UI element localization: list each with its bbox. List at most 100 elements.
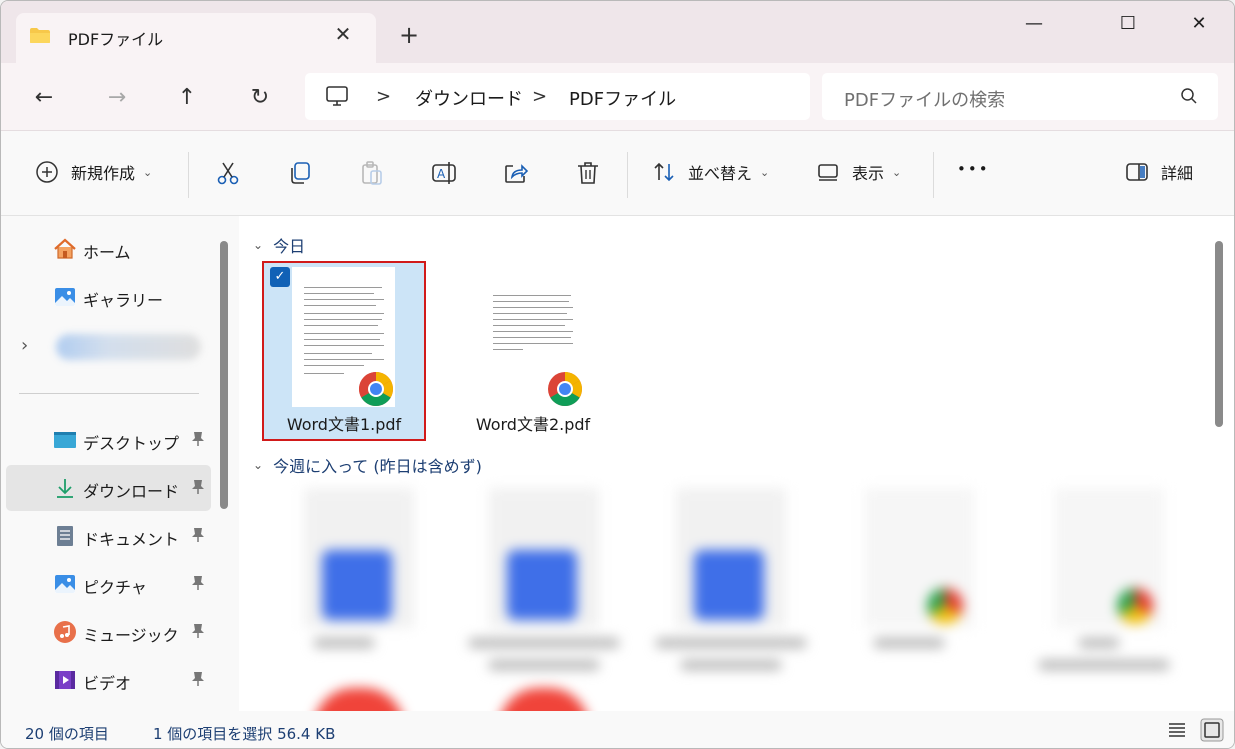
chevron-right-icon[interactable]: › bbox=[21, 335, 28, 356]
file-name: Word文書1.pdf bbox=[286, 415, 402, 434]
up-button[interactable]: ↑ bbox=[172, 83, 202, 113]
download-icon bbox=[57, 479, 73, 498]
maximize-button[interactable]: ☐ bbox=[1105, 9, 1151, 39]
sidebar-item-label: ピクチャ bbox=[83, 578, 147, 597]
cut-icon[interactable] bbox=[215, 160, 241, 186]
sidebar-item-home[interactable]: ホーム bbox=[6, 226, 211, 272]
home-icon bbox=[54, 238, 76, 259]
pin-icon[interactable] bbox=[191, 431, 205, 447]
sidebar-item-documents[interactable]: ドキュメント bbox=[6, 513, 211, 559]
breadcrumb-separator-icon[interactable]: > bbox=[376, 86, 391, 107]
video-icon bbox=[55, 671, 75, 689]
chevron-down-icon: ⌄ bbox=[760, 165, 770, 179]
file-item-blurred[interactable] bbox=[464, 488, 624, 711]
gallery-icon bbox=[55, 288, 75, 306]
pin-icon[interactable] bbox=[191, 671, 205, 687]
pin-icon[interactable] bbox=[191, 527, 205, 543]
tab-title: PDFファイル bbox=[68, 30, 164, 49]
pin-icon[interactable] bbox=[191, 575, 205, 591]
new-button-label: 新規作成 bbox=[71, 164, 136, 183]
new-button[interactable]: 新規作成 ⌄ bbox=[35, 160, 152, 184]
search-placeholder: PDFファイルの検索 bbox=[844, 90, 1006, 111]
large-icons-view-icon[interactable] bbox=[1200, 718, 1224, 742]
paste-icon[interactable] bbox=[359, 160, 385, 186]
plus-circle-icon bbox=[36, 161, 58, 183]
sidebar-scrollbar[interactable] bbox=[220, 241, 228, 509]
share-icon[interactable] bbox=[503, 160, 529, 186]
file-item-word2-pdf[interactable]: Word文書2.pdf bbox=[453, 263, 613, 439]
group-header-this-week[interactable]: ⌄ 今週に入って (昨日は含めず) bbox=[253, 453, 482, 477]
view-button[interactable]: 表示 ⌄ bbox=[816, 160, 901, 184]
forward-button[interactable]: → bbox=[102, 83, 132, 113]
sidebar-item-label: ビデオ bbox=[83, 674, 132, 693]
selection-info: 1 個の項目を選択 56.4 KB bbox=[153, 725, 336, 743]
search-icon bbox=[1181, 88, 1197, 104]
new-tab-button[interactable]: + bbox=[397, 23, 421, 47]
file-item-blurred[interactable] bbox=[839, 488, 999, 711]
svg-text:A: A bbox=[437, 167, 446, 181]
file-item-blurred[interactable] bbox=[651, 488, 811, 711]
group-title: 今日 bbox=[273, 237, 306, 256]
document-icon bbox=[57, 526, 73, 546]
breadcrumb-separator-icon[interactable]: > bbox=[532, 86, 547, 107]
pin-icon[interactable] bbox=[191, 623, 205, 639]
navigation-pane: ホーム ギャラリー › デスクトップ ダウンロード ドキュメント ピクチャ ミュ… bbox=[1, 216, 239, 711]
delete-icon[interactable] bbox=[575, 160, 601, 186]
breadcrumb-downloads[interactable]: ダウンロード bbox=[415, 85, 523, 111]
pictures-icon bbox=[55, 575, 75, 593]
address-bar[interactable]: > ダウンロード > PDFファイル bbox=[305, 73, 810, 120]
file-item-blurred[interactable] bbox=[1029, 488, 1189, 711]
tab-pdf-folder[interactable]: PDFファイル ✕ bbox=[16, 13, 376, 63]
more-options-button[interactable]: ••• bbox=[957, 160, 990, 178]
chevron-down-icon: ⌄ bbox=[892, 165, 902, 179]
refresh-button[interactable]: ↻ bbox=[245, 83, 275, 113]
navigation-bar: ← → ↑ ↻ > ダウンロード > PDFファイル PDFファイルの検索 bbox=[1, 63, 1234, 131]
group-header-today[interactable]: ⌄ 今日 bbox=[253, 233, 305, 257]
file-name: Word文書2.pdf bbox=[475, 415, 591, 434]
this-pc-icon[interactable] bbox=[325, 85, 349, 107]
details-pane-icon bbox=[1126, 163, 1148, 181]
sidebar-item-label: デスクトップ bbox=[83, 434, 180, 453]
sidebar-item-label: ミュージック bbox=[83, 626, 179, 645]
toolbar-divider bbox=[188, 152, 189, 198]
content-scrollbar[interactable] bbox=[1215, 241, 1223, 427]
selection-checkbox[interactable]: ✓ bbox=[270, 267, 290, 287]
file-explorer-window: PDFファイル ✕ + — ☐ ✕ ← → ↑ ↻ > ダウンロード > PDF… bbox=[0, 0, 1235, 749]
chrome-icon bbox=[359, 372, 393, 406]
file-item-blurred[interactable] bbox=[279, 488, 439, 711]
sidebar-item-desktop[interactable]: デスクトップ bbox=[6, 417, 211, 463]
back-button[interactable]: ← bbox=[29, 83, 59, 113]
folder-icon bbox=[30, 28, 50, 43]
sidebar-item-pictures[interactable]: ピクチャ bbox=[6, 561, 211, 607]
rename-icon[interactable]: A bbox=[431, 160, 457, 186]
title-bar: PDFファイル ✕ + — ☐ ✕ bbox=[1, 1, 1234, 63]
sidebar-item-gallery[interactable]: ギャラリー bbox=[6, 274, 211, 320]
music-icon bbox=[54, 621, 76, 643]
minimize-button[interactable]: — bbox=[1011, 9, 1057, 39]
sidebar-item-music[interactable]: ミュージック bbox=[6, 609, 211, 655]
pin-icon[interactable] bbox=[191, 479, 205, 495]
copy-icon[interactable] bbox=[287, 160, 313, 186]
sidebar-item-onedrive-blurred[interactable] bbox=[56, 334, 201, 360]
file-item-word1-pdf[interactable]: ✓ Word文書1.pdf bbox=[262, 261, 426, 441]
close-window-button[interactable]: ✕ bbox=[1176, 9, 1222, 39]
sidebar-item-label: ホーム bbox=[83, 243, 131, 262]
sidebar-item-label: ドキュメント bbox=[83, 530, 180, 549]
details-pane-button[interactable]: 詳細 bbox=[1125, 160, 1193, 184]
breadcrumb-pdf-folder[interactable]: PDFファイル bbox=[569, 85, 676, 111]
toolbar-divider bbox=[627, 152, 628, 198]
view-icon bbox=[818, 164, 838, 181]
desktop-icon bbox=[54, 432, 76, 448]
sidebar-item-downloads[interactable]: ダウンロード bbox=[6, 465, 211, 511]
tab-close-icon[interactable]: ✕ bbox=[332, 23, 354, 45]
search-input[interactable]: PDFファイルの検索 bbox=[822, 73, 1218, 120]
chrome-icon bbox=[548, 372, 582, 406]
status-bar: 20 個の項目 1 個の項目を選択 56.4 KB bbox=[1, 711, 1234, 748]
chevron-down-icon: ⌄ bbox=[253, 238, 264, 252]
details-view-icon[interactable] bbox=[1165, 718, 1189, 742]
sort-button-label: 並べ替え bbox=[688, 164, 753, 183]
sidebar-item-videos[interactable]: ビデオ bbox=[6, 657, 211, 703]
chevron-down-icon: ⌄ bbox=[253, 458, 264, 472]
sort-button[interactable]: 並べ替え ⌄ bbox=[652, 160, 769, 184]
group-title: 今週に入って (昨日は含めず) bbox=[273, 457, 482, 476]
